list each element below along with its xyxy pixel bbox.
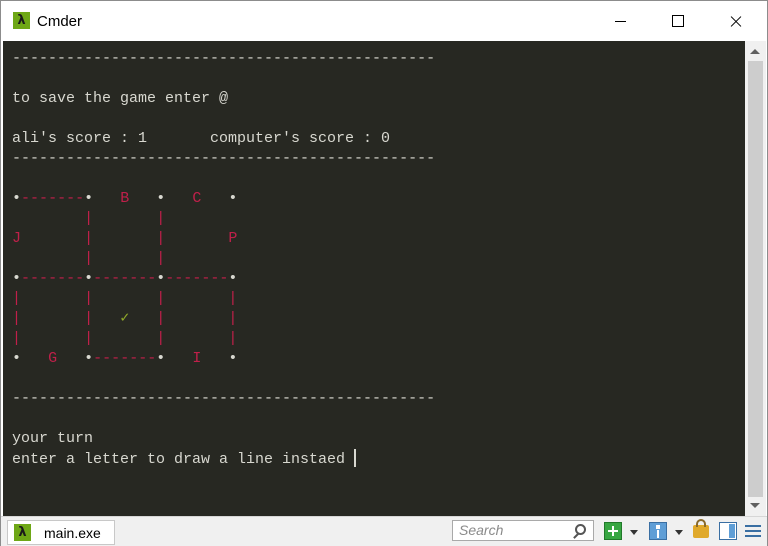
lambda-tab-icon: λ [14, 524, 31, 541]
lock-icon[interactable] [693, 519, 709, 538]
console-line: •-------• B • C • [12, 190, 238, 207]
vertical-scrollbar[interactable] [745, 41, 766, 516]
lambda-app-icon: λ [13, 12, 30, 29]
console-line: your turn [12, 430, 94, 447]
window-title: Cmder [37, 13, 83, 30]
console-area[interactable]: ----------------------------------------… [3, 41, 745, 516]
console-line: •-------•-------•-------• [12, 270, 238, 287]
console-line: ----------------------------------------… [12, 390, 436, 407]
scroll-down-icon[interactable] [750, 503, 760, 508]
minimize-button[interactable] [597, 1, 643, 41]
console-line: | | ✓ | | [12, 310, 238, 327]
status-bar: λ main.exe [1, 516, 767, 546]
console-line: to save the game enter @ [12, 90, 229, 107]
new-console-dropdown-icon[interactable] [630, 530, 638, 535]
title-bar[interactable]: λ Cmder [1, 1, 767, 41]
console-line: | | | | [12, 290, 238, 307]
close-button[interactable] [713, 1, 759, 41]
scroll-up-icon[interactable] [750, 49, 760, 54]
info-dropdown-icon[interactable] [675, 530, 683, 535]
new-console-icon[interactable] [604, 522, 622, 540]
console-line: ----------------------------------------… [12, 150, 436, 167]
minimize-icon [615, 21, 626, 22]
console-line: J | | P [12, 230, 238, 247]
console-line: enter a letter to draw a line instaed [12, 449, 357, 468]
search-icon[interactable] [575, 524, 586, 535]
console-line: | | | | [12, 330, 238, 347]
console-line: ali's score : 1 computer's score : 0 [12, 130, 391, 147]
console-line: | | [84, 250, 166, 267]
scrollbar-thumb[interactable] [748, 61, 763, 497]
info-icon[interactable] [649, 522, 667, 540]
maximize-icon [672, 15, 684, 27]
split-panel-icon[interactable] [719, 522, 737, 540]
console-line: • G •-------• I • [12, 350, 238, 367]
console-tab[interactable]: λ main.exe [7, 520, 115, 545]
maximize-button[interactable] [655, 1, 701, 41]
tab-label: main.exe [44, 525, 101, 541]
console-line: ----------------------------------------… [12, 50, 436, 67]
text-cursor [354, 449, 357, 467]
menu-icon[interactable] [745, 522, 761, 540]
cmder-window: λ Cmder --------------------------------… [0, 0, 768, 546]
console-line: | | [84, 210, 166, 227]
